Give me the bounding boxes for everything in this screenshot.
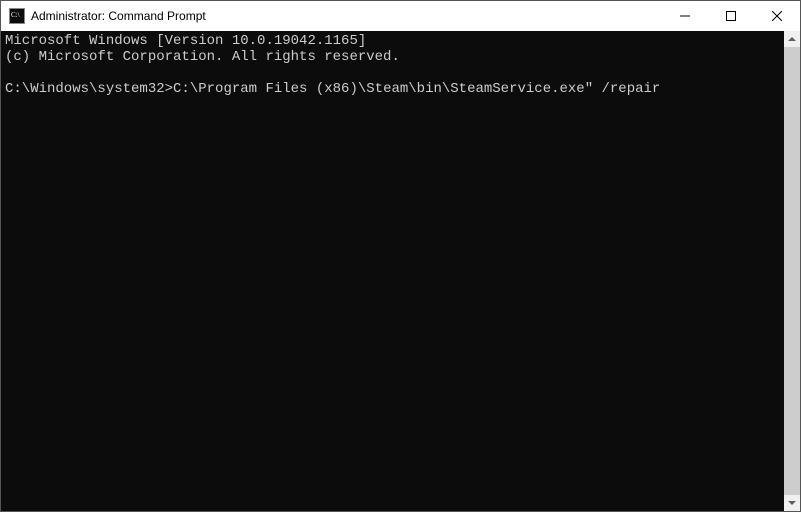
version-line: Microsoft Windows [Version 10.0.19042.11… (5, 33, 366, 49)
window-title: Administrator: Command Prompt (31, 9, 662, 23)
terminal-area: Microsoft Windows [Version 10.0.19042.11… (1, 31, 800, 511)
command-input[interactable]: C:\Program Files (x86)\Steam\bin\SteamSe… (173, 81, 660, 97)
titlebar[interactable]: C:\ Administrator: Command Prompt (1, 1, 800, 31)
maximize-button[interactable] (708, 1, 754, 31)
scroll-down-button[interactable] (784, 495, 800, 511)
cmd-icon: C:\ (9, 8, 25, 24)
scrollbar-track[interactable] (784, 47, 800, 495)
svg-text:C:\: C:\ (11, 11, 20, 19)
window-controls (662, 1, 800, 31)
command-prompt-window: C:\ Administrator: Command Prompt Micros… (0, 0, 801, 512)
minimize-button[interactable] (662, 1, 708, 31)
vertical-scrollbar[interactable] (784, 31, 800, 511)
copyright-line: (c) Microsoft Corporation. All rights re… (5, 49, 400, 65)
prompt-path: C:\Windows\system32> (5, 81, 173, 97)
terminal-output[interactable]: Microsoft Windows [Version 10.0.19042.11… (1, 31, 784, 511)
close-button[interactable] (754, 1, 800, 31)
scrollbar-thumb[interactable] (784, 47, 800, 495)
scroll-up-button[interactable] (784, 31, 800, 47)
